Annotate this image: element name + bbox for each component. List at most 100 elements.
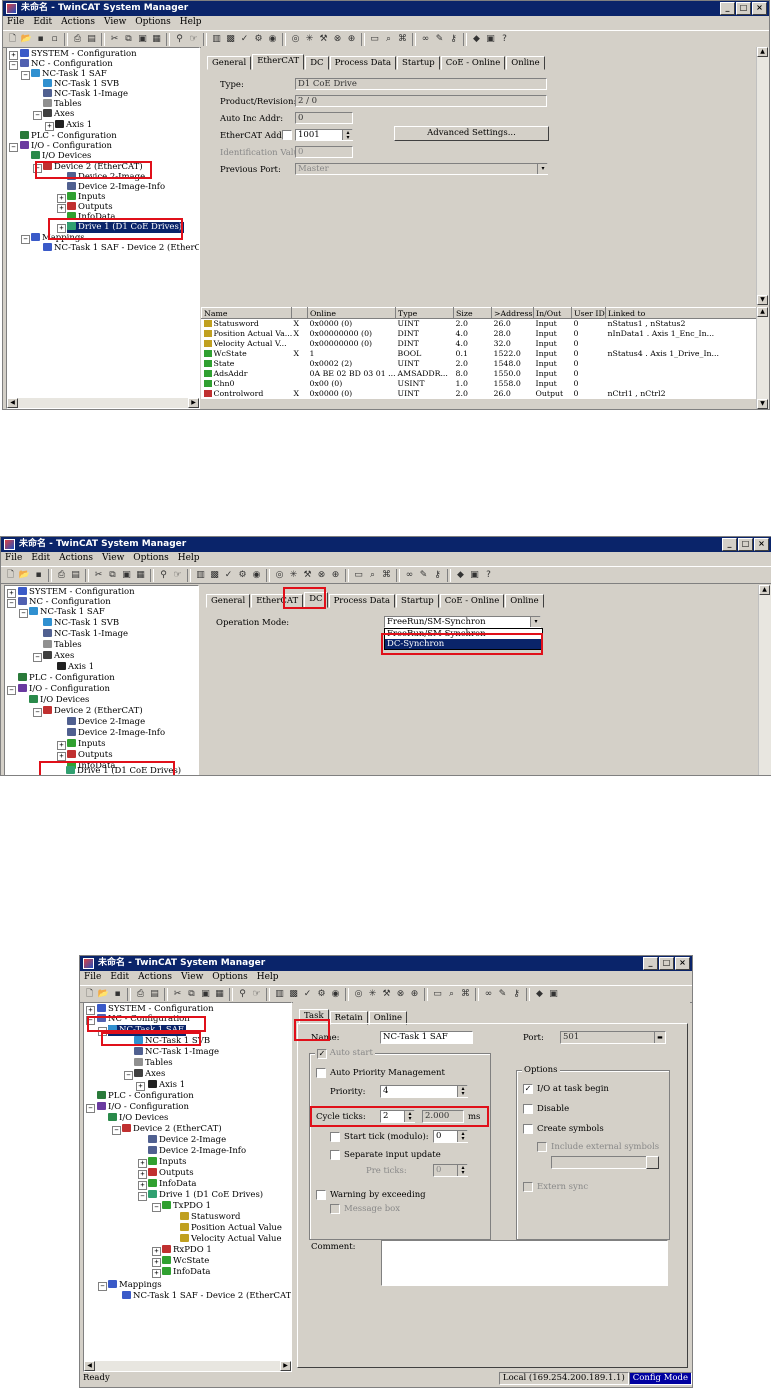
- pen-icon[interactable]: ✎: [417, 569, 430, 582]
- pen-icon[interactable]: ✎: [496, 988, 509, 1001]
- priority-field[interactable]: 4: [380, 1085, 468, 1098]
- port-spinner[interactable]: ▬: [654, 1032, 665, 1043]
- maximize-button[interactable]: □: [659, 957, 674, 970]
- menu-options[interactable]: Options: [212, 971, 247, 984]
- tree-item-mapping1[interactable]: NC-Task 1 SAF - Device 2 (EtherCAT: [43, 243, 199, 254]
- scroll-down-arrow-icon[interactable]: ▼: [757, 399, 768, 409]
- menu-options[interactable]: Options: [135, 16, 170, 29]
- find-next-icon[interactable]: ☞: [187, 33, 200, 46]
- table-row[interactable]: AdsAddr 0A BE 02 BD 03 01 ... AMSADDR... 8.…: [202, 369, 758, 379]
- check-config-icon[interactable]: ▩: [208, 569, 221, 582]
- menu-edit[interactable]: Edit: [31, 552, 50, 565]
- column-header[interactable]: >Address: [491, 307, 534, 319]
- new-file-icon[interactable]: 🗋: [6, 33, 19, 46]
- menu-edit[interactable]: Edit: [110, 971, 129, 984]
- tree-item-io[interactable]: I/O - Configuration: [18, 684, 110, 695]
- menu-help[interactable]: Help: [180, 16, 202, 29]
- glasses-icon[interactable]: ∞: [419, 33, 432, 46]
- tree-horizontal-scrollbar[interactable]: ◀ ▶: [84, 1361, 291, 1371]
- print-preview-icon[interactable]: ▤: [85, 33, 98, 46]
- tree-item-device2-image-info[interactable]: Device 2-Image-Info: [148, 1146, 246, 1157]
- key-icon[interactable]: ⚷: [431, 569, 444, 582]
- tree-item-txpdo1[interactable]: TxPDO 1: [162, 1201, 211, 1212]
- start-tick-spinner[interactable]: ▴ ▾: [457, 1131, 468, 1142]
- restart-run-mode-icon[interactable]: ◉: [250, 569, 263, 582]
- scroll-left-arrow-icon[interactable]: ◀: [84, 1361, 95, 1371]
- tree-item-inputs[interactable]: Inputs: [67, 739, 106, 750]
- column-header[interactable]: User ID: [571, 307, 606, 319]
- tree-item-mapping1[interactable]: NC-Task 1 SAF - Device 2 (EtherCAT: [122, 1291, 291, 1302]
- tree-item-axis1[interactable]: Axis 1: [57, 662, 94, 673]
- print-icon[interactable]: ⎙: [71, 33, 84, 46]
- name-field[interactable]: NC-Task 1 SAF: [380, 1031, 473, 1044]
- tree-item-device2-image-info[interactable]: Device 2-Image-Info: [67, 728, 165, 739]
- tree-item-position-actual[interactable]: Position Actual Value: [180, 1223, 282, 1234]
- tab-dc[interactable]: DC: [305, 56, 329, 70]
- tree-item-mappings[interactable]: Mappings: [108, 1280, 162, 1291]
- collapse-toggle[interactable]: −: [112, 1126, 121, 1135]
- comment-textarea[interactable]: [381, 1240, 668, 1286]
- generate-mappings-icon[interactable]: ▥: [210, 33, 223, 46]
- menu-view[interactable]: View: [104, 16, 126, 29]
- tree-item-plc[interactable]: PLC - Configuration: [18, 673, 115, 684]
- new-file-icon[interactable]: 🗋: [4, 569, 17, 582]
- network-icon[interactable]: ⊕: [345, 33, 358, 46]
- zoom-icon[interactable]: ⌕: [445, 988, 458, 1001]
- previous-port-select[interactable]: Master: [295, 163, 548, 175]
- column-header[interactable]: Name: [201, 307, 292, 319]
- open-folder-icon[interactable]: 📂: [20, 33, 33, 46]
- generate-mappings-icon[interactable]: ▥: [194, 569, 207, 582]
- expand-toggle[interactable]: +: [9, 51, 18, 60]
- warning-exceeding-checkbox[interactable]: [316, 1190, 326, 1200]
- operation-mode-select[interactable]: FreeRun/SM-Synchron: [384, 616, 541, 628]
- table-row[interactable]: Controlword X 0x0000 (0) UINT 2.0 26.0 Output 0…: [202, 389, 758, 399]
- zoom-icon[interactable]: ⌕: [382, 33, 395, 46]
- tree-item-tables[interactable]: Tables: [43, 640, 82, 651]
- collapse-toggle[interactable]: −: [124, 1071, 133, 1080]
- find-icon[interactable]: ⚲: [236, 988, 249, 1001]
- document-icon[interactable]: ▭: [368, 33, 381, 46]
- tree-horizontal-scrollbar[interactable]: ◀ ▶: [7, 398, 199, 408]
- collapse-toggle[interactable]: −: [33, 708, 42, 717]
- priority-spinner[interactable]: ▴ ▾: [457, 1086, 468, 1097]
- scroll-up-arrow-icon[interactable]: ▲: [759, 585, 770, 595]
- find-icon[interactable]: ⚲: [157, 569, 170, 582]
- paste-link-icon[interactable]: ▦: [150, 33, 163, 46]
- collapse-toggle[interactable]: −: [9, 143, 18, 152]
- tree-item-device2[interactable]: Device 2 (EtherCAT): [122, 1124, 222, 1135]
- close-button[interactable]: ×: [754, 538, 769, 551]
- expand-toggle[interactable]: +: [45, 122, 54, 131]
- column-header[interactable]: [291, 307, 308, 319]
- menu-file[interactable]: File: [5, 552, 22, 565]
- close-button[interactable]: ×: [675, 957, 690, 970]
- glasses-icon[interactable]: ∞: [482, 988, 495, 1001]
- scan-icon[interactable]: ✳: [366, 988, 379, 1001]
- collapse-toggle[interactable]: −: [21, 235, 30, 244]
- expand-toggle[interactable]: +: [136, 1082, 145, 1091]
- collapse-toggle[interactable]: −: [33, 111, 42, 120]
- link-icon[interactable]: ⌘: [459, 988, 472, 1001]
- tab-startup[interactable]: Startup: [397, 56, 440, 70]
- expand-toggle[interactable]: +: [152, 1258, 161, 1267]
- menu-actions[interactable]: Actions: [61, 16, 95, 29]
- print-preview-icon[interactable]: ▤: [69, 569, 82, 582]
- tree-item-velocity-actual[interactable]: Velocity Actual Value: [180, 1234, 282, 1245]
- cut-icon[interactable]: ✂: [108, 33, 121, 46]
- help-icon[interactable]: ?: [482, 569, 495, 582]
- checkmark-icon[interactable]: ✓: [222, 569, 235, 582]
- paste-link-icon[interactable]: ▦: [213, 988, 226, 1001]
- check-config-icon[interactable]: ▩: [287, 988, 300, 1001]
- expand-toggle[interactable]: +: [138, 1181, 147, 1190]
- activate-config-icon[interactable]: ⚙: [236, 569, 249, 582]
- paste-icon[interactable]: ▣: [120, 569, 133, 582]
- close-button[interactable]: ×: [752, 2, 767, 15]
- tree-item-infodata[interactable]: InfoData: [148, 1179, 196, 1190]
- tree-item-io-devices[interactable]: I/O Devices: [108, 1113, 168, 1124]
- tree-item-outputs[interactable]: Outputs: [148, 1168, 194, 1179]
- tree-item-io-devices[interactable]: I/O Devices: [29, 695, 89, 706]
- tools-icon[interactable]: ⚒: [380, 988, 393, 1001]
- checkmark-icon[interactable]: ✓: [238, 33, 251, 46]
- tab-ethercat[interactable]: EtherCAT: [252, 54, 305, 70]
- start-tick-checkbox[interactable]: [330, 1132, 340, 1142]
- glasses-icon[interactable]: ∞: [403, 569, 416, 582]
